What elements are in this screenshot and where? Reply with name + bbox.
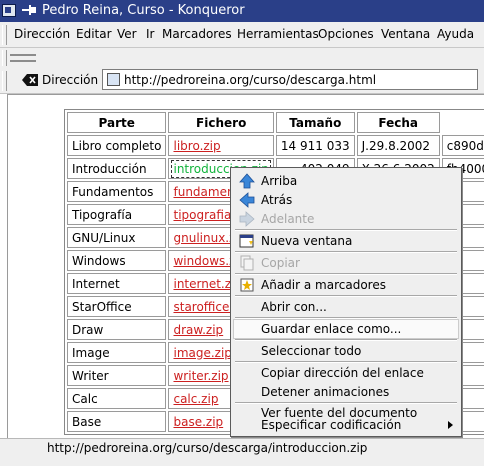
window-menu-icon[interactable]	[2, 4, 16, 17]
menu-opciones[interactable]: Opciones	[318, 27, 374, 41]
address-input[interactable]: http://pedroreina.org/curso/descarga.htm…	[102, 69, 478, 90]
menu-item-label: Abrir con...	[261, 300, 327, 314]
address-label: Dirección	[42, 73, 99, 87]
copy-icon	[240, 255, 254, 271]
menu-direccion[interactable]: Dirección	[14, 27, 70, 41]
parte-cell: Internet	[67, 273, 167, 294]
menu-item-guardar-enlace[interactable]: Guardar enlace como...	[233, 319, 459, 339]
menu-item-copiar-direccion[interactable]: Copiar dirección del enlace	[233, 363, 459, 383]
menu-item-anadir-marcadores[interactable]: Añadir a marcadores	[233, 275, 459, 295]
status-text: http://pedroreina.org/curso/descarga/int…	[47, 441, 368, 455]
parte-cell: StarOffice	[67, 296, 167, 317]
parte-cell: Base	[67, 411, 167, 432]
collapsed-toolbar-handle[interactable]	[10, 54, 36, 56]
toolbar-area	[0, 48, 484, 68]
file-link[interactable]: libro.zip	[168, 135, 274, 156]
arrow-right-icon	[239, 211, 255, 227]
parte-cell: Image	[67, 342, 167, 363]
menu-item-abrir-con[interactable]: Abrir con...	[233, 297, 459, 317]
menu-item-nueva-ventana[interactable]: Nueva ventana	[233, 231, 459, 251]
arrow-up-icon	[239, 173, 255, 189]
checksum-cell: c890d7cc222	[441, 135, 484, 156]
menu-bar: Dirección Editar Ver Ir Marcadores Herra…	[0, 22, 484, 48]
menu-item-label: Atrás	[261, 193, 293, 207]
context-menu: Arriba Atrás Adelante Nueva ventana Copi…	[230, 167, 462, 437]
menu-item-label: Arriba	[261, 174, 298, 188]
parte-cell: Windows	[67, 250, 167, 271]
parte-cell: Calc	[67, 388, 167, 409]
menubar-grip[interactable]	[2, 25, 7, 45]
pin-icon[interactable]	[21, 4, 37, 16]
address-url[interactable]: http://pedroreina.org/curso/descarga.htm…	[124, 73, 376, 87]
menu-item-label: Detener animaciones	[261, 385, 390, 399]
menu-item-label: Especificar codificación	[261, 418, 402, 432]
new-window-icon	[239, 234, 254, 248]
menu-item-adelante: Adelante	[233, 209, 459, 229]
menu-item-detener-animaciones[interactable]: Detener animaciones	[233, 382, 459, 402]
menu-ventana[interactable]: Ventana	[381, 27, 430, 41]
menu-herramientas[interactable]: Herramientas	[237, 27, 319, 41]
menu-item-label: Nueva ventana	[261, 234, 353, 248]
clear-location-icon[interactable]	[22, 74, 38, 86]
title-bar[interactable]: Pedro Reina, Curso - Konqueror	[0, 0, 484, 22]
menu-item-copiar: Copiar	[233, 253, 459, 273]
column-header-fecha: Fecha	[356, 112, 440, 133]
menu-editar[interactable]: Editar	[76, 27, 112, 41]
toolbar-grip[interactable]	[2, 50, 7, 66]
size-cell: 14 911 033	[275, 135, 355, 156]
address-toolbar: Dirección http://pedroreina.org/curso/de…	[0, 68, 484, 94]
menu-item-atras[interactable]: Atrás	[233, 190, 459, 210]
menu-ver[interactable]: Ver	[117, 27, 137, 41]
bookmark-add-icon	[240, 278, 254, 292]
menu-item-label: Adelante	[261, 212, 315, 226]
arrow-left-icon	[239, 192, 255, 208]
parte-cell: GNU/Linux	[67, 227, 167, 248]
menu-marcadores[interactable]: Marcadores	[162, 27, 232, 41]
menu-item-label: Seleccionar todo	[261, 344, 362, 358]
status-bar: http://pedroreina.org/curso/descarga/int…	[0, 438, 484, 466]
menu-item-label: Copiar dirección del enlace	[261, 366, 424, 380]
window-title: Pedro Reina, Curso - Konqueror	[42, 3, 245, 18]
collapsed-toolbar-handle[interactable]	[10, 60, 36, 62]
submenu-arrow-icon	[448, 421, 453, 429]
parte-cell: Fundamentos	[67, 181, 167, 202]
column-header-parte: Parte	[67, 112, 167, 133]
menu-ayuda[interactable]: Ayuda	[437, 27, 474, 41]
column-header-tamano: Tamaño	[275, 112, 355, 133]
parte-cell: Libro completo	[67, 135, 167, 156]
column-header-fichero: Fichero	[168, 112, 274, 133]
parte-cell: Introducción	[67, 158, 167, 179]
column-header-extra	[442, 112, 484, 133]
parte-cell: Draw	[67, 319, 167, 340]
table-row: Libro completo libro.zip 14 911 033 J.29…	[67, 135, 484, 156]
parte-cell: Writer	[67, 365, 167, 386]
date-cell: J.29.8.2002	[356, 135, 440, 156]
menu-item-label: Copiar	[261, 256, 300, 270]
menu-item-seleccionar-todo[interactable]: Seleccionar todo	[233, 341, 459, 361]
addressbar-grip[interactable]	[2, 71, 7, 91]
menu-ir[interactable]: Ir	[146, 27, 154, 41]
parte-cell: Tipografía	[67, 204, 167, 225]
menu-item-especificar-codificacion[interactable]: Especificar codificación	[233, 415, 459, 435]
table-header-row: Parte Fichero Tamaño Fecha	[67, 112, 484, 133]
menu-item-label: Guardar enlace como...	[261, 322, 402, 336]
menu-item-arriba[interactable]: Arriba	[233, 171, 459, 191]
menu-item-label: Añadir a marcadores	[261, 278, 386, 292]
page-icon	[107, 73, 120, 86]
